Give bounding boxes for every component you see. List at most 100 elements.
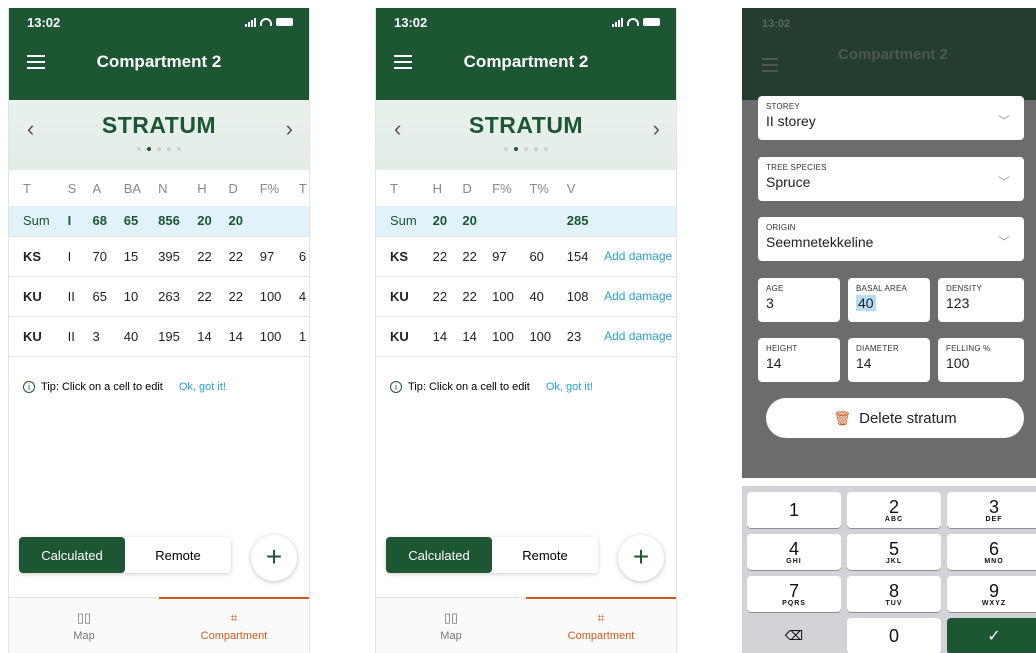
table-cell[interactable]: KS bbox=[376, 236, 419, 277]
table-cell[interactable]: II bbox=[53, 316, 79, 357]
table-cell[interactable]: I bbox=[53, 236, 79, 277]
table-cell[interactable]: 22 bbox=[418, 276, 449, 317]
table-cell[interactable]: II bbox=[53, 276, 79, 317]
delete-stratum-button[interactable]: 🗑 Delete stratum bbox=[766, 398, 1024, 438]
table-cell[interactable]: I bbox=[53, 206, 79, 237]
keypad-key[interactable]: 1 bbox=[747, 492, 841, 528]
table-cell[interactable]: 97 bbox=[245, 236, 285, 277]
storey-select[interactable]: STOREY II storey ﹀ bbox=[758, 96, 1024, 140]
chevron-right-icon[interactable]: › bbox=[653, 116, 660, 142]
tip-dismiss-link[interactable]: Ok, got it! bbox=[179, 381, 226, 393]
tab-map[interactable]: ▯▯ Map bbox=[9, 598, 159, 653]
table-cell[interactable]: KU bbox=[9, 276, 54, 317]
table-cell[interactable]: 20 bbox=[214, 206, 246, 237]
table-row[interactable]: KU II 3 40 195 14 14 100 1 bbox=[9, 316, 309, 357]
tree-species-select[interactable]: TREE SPECIES Spruce ﹀ bbox=[758, 157, 1024, 201]
table-cell[interactable]: 14 bbox=[214, 316, 246, 357]
table-cell[interactable]: 60 bbox=[515, 236, 553, 277]
add-damage-link[interactable]: Add damage bbox=[590, 276, 676, 317]
table-cell[interactable]: 40 bbox=[109, 316, 145, 357]
keypad-key[interactable]: 0 bbox=[847, 618, 941, 653]
keypad-key[interactable]: 8 TUV bbox=[847, 576, 941, 612]
table-cell[interactable]: 395 bbox=[144, 236, 184, 277]
table-cell[interactable]: 22 bbox=[183, 236, 215, 277]
table-cell[interactable]: 14 bbox=[183, 316, 215, 357]
tab-compartment[interactable]: ⌗ Compartment bbox=[526, 597, 676, 653]
keypad-key[interactable]: 3 DEF bbox=[947, 492, 1036, 528]
table-cell[interactable]: 856 bbox=[144, 206, 184, 237]
keypad-key[interactable]: 6 MNO bbox=[947, 534, 1036, 570]
table-cell[interactable] bbox=[590, 206, 676, 237]
table-cell[interactable]: KS bbox=[9, 236, 54, 277]
chevron-right-icon[interactable]: › bbox=[286, 116, 293, 142]
tip-dismiss-link[interactable]: Ok, got it! bbox=[546, 381, 593, 393]
table-cell[interactable]: 22 bbox=[448, 236, 479, 277]
keypad-key[interactable]: 5 JKL bbox=[847, 534, 941, 570]
table-cell[interactable]: KU bbox=[376, 276, 419, 317]
table-cell[interactable]: 68 bbox=[78, 206, 110, 237]
density-field[interactable]: DENSITY 123 bbox=[938, 278, 1024, 322]
table-cell[interactable]: 22 bbox=[448, 276, 479, 317]
table-cell[interactable]: 23 bbox=[552, 316, 591, 357]
table-cell[interactable]: 14 bbox=[418, 316, 449, 357]
table-cell[interactable]: 100 bbox=[478, 316, 516, 357]
table-cell[interactable] bbox=[284, 206, 309, 237]
table-cell[interactable]: 65 bbox=[109, 206, 145, 237]
table-cell[interactable]: 108 bbox=[552, 276, 591, 317]
keypad-key[interactable]: 2 ABC bbox=[847, 492, 941, 528]
table-cell[interactable]: 1 bbox=[284, 316, 309, 357]
table-cell[interactable]: 100 bbox=[515, 316, 553, 357]
table-cell[interactable]: 20 bbox=[448, 206, 479, 237]
chevron-left-icon[interactable]: ‹ bbox=[394, 116, 401, 142]
add-stratum-button[interactable]: + bbox=[251, 535, 297, 581]
tab-map[interactable]: ▯▯ Map bbox=[376, 598, 526, 653]
table-row[interactable]: KS I 70 15 395 22 22 97 6 bbox=[9, 236, 309, 277]
table-cell[interactable]: 6 bbox=[284, 236, 309, 277]
done-key[interactable]: ✓ bbox=[947, 618, 1036, 653]
table-cell[interactable]: 285 bbox=[552, 206, 591, 237]
table-cell[interactable]: 154 bbox=[552, 236, 591, 277]
keypad-key[interactable]: 9 WXYZ bbox=[947, 576, 1036, 612]
table-row[interactable]: KU II 65 10 263 22 22 100 4 bbox=[9, 276, 309, 317]
add-damage-link[interactable]: Add damage bbox=[590, 236, 676, 277]
table-cell[interactable]: 195 bbox=[144, 316, 184, 357]
remote-toggle-button[interactable]: Remote bbox=[125, 537, 231, 573]
table-cell[interactable]: 100 bbox=[245, 316, 285, 357]
table-cell[interactable]: KU bbox=[376, 316, 419, 357]
chevron-left-icon[interactable]: ‹ bbox=[27, 116, 34, 142]
table-cell[interactable]: KU bbox=[9, 316, 54, 357]
table-cell[interactable]: 22 bbox=[214, 236, 246, 277]
felling-field[interactable]: FELLING % 100 bbox=[938, 338, 1024, 382]
table-cell[interactable]: 65 bbox=[78, 276, 110, 317]
age-field[interactable]: AGE 3 bbox=[758, 278, 840, 322]
table-cell[interactable]: 20 bbox=[183, 206, 215, 237]
table-cell[interactable]: 97 bbox=[478, 236, 516, 277]
table-cell[interactable]: 20 bbox=[418, 206, 449, 237]
add-stratum-button[interactable]: + bbox=[618, 535, 664, 581]
origin-select[interactable]: ORIGIN Seemnetekkeline ﹀ bbox=[758, 217, 1024, 261]
table-cell[interactable]: 10 bbox=[109, 276, 145, 317]
table-cell[interactable] bbox=[245, 206, 285, 237]
backspace-key[interactable]: ⌫ bbox=[747, 618, 841, 653]
table-cell[interactable]: 3 bbox=[78, 316, 110, 357]
table-row[interactable]: KS 22 22 97 60 154 Add damage bbox=[376, 236, 676, 277]
table-cell[interactable]: 15 bbox=[109, 236, 145, 277]
keypad-key[interactable]: 7 PQRS bbox=[747, 576, 841, 612]
keypad-key[interactable]: 4 GHI bbox=[747, 534, 841, 570]
table-cell[interactable]: 22 bbox=[214, 276, 246, 317]
table-cell[interactable]: 100 bbox=[245, 276, 285, 317]
table-cell[interactable]: Sum bbox=[376, 206, 419, 237]
table-cell[interactable]: 4 bbox=[284, 276, 309, 317]
calculated-toggle-button[interactable]: Calculated bbox=[19, 537, 125, 573]
table-row[interactable]: KU 14 14 100 100 23 Add damage bbox=[376, 316, 676, 357]
table-cell[interactable]: 22 bbox=[418, 236, 449, 277]
table-cell[interactable]: 40 bbox=[515, 276, 553, 317]
tab-compartment[interactable]: ⌗ Compartment bbox=[159, 597, 309, 653]
remote-toggle-button[interactable]: Remote bbox=[492, 537, 598, 573]
basal-area-field[interactable]: BASAL AREA 40 bbox=[848, 278, 930, 322]
table-cell[interactable]: 100 bbox=[478, 276, 516, 317]
table-cell[interactable]: 14 bbox=[448, 316, 479, 357]
calculated-toggle-button[interactable]: Calculated bbox=[386, 537, 492, 573]
table-cell[interactable]: 70 bbox=[78, 236, 110, 277]
table-cell[interactable] bbox=[478, 206, 516, 237]
